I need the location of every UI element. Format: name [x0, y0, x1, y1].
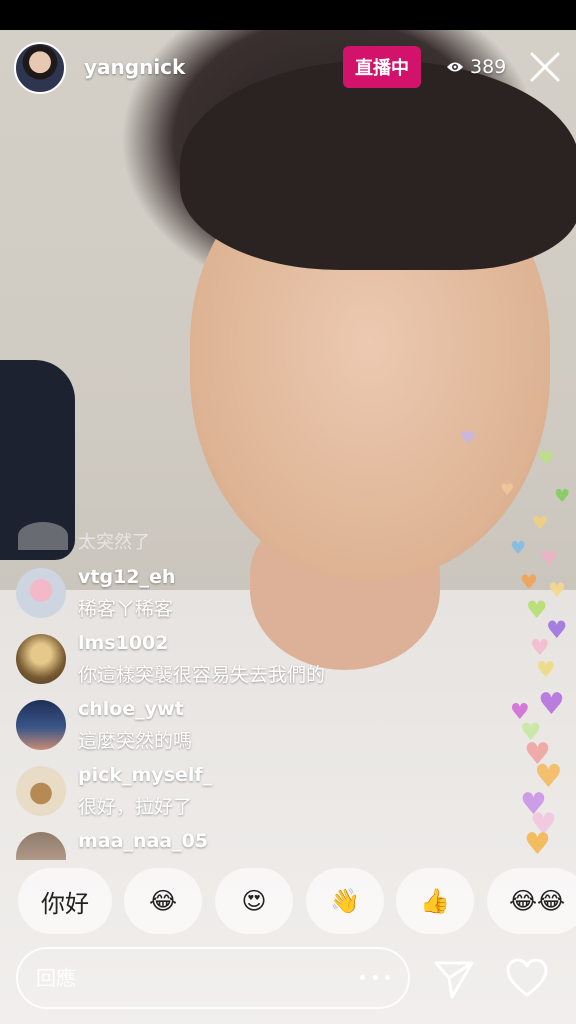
status-bar	[0, 0, 576, 30]
reply-input[interactable]	[36, 949, 356, 1007]
viewer-count-value: 389	[470, 56, 507, 78]
faded-avatar	[18, 522, 68, 550]
more-dot	[360, 974, 365, 980]
video-hair	[180, 60, 576, 270]
comment-item[interactable]: maa_naa_05	[14, 830, 484, 860]
floating-heart-icon: ♥	[554, 486, 571, 507]
viewer-count[interactable]: 389	[446, 54, 506, 80]
floating-heart-icon: ♥	[548, 578, 566, 602]
comment-item[interactable]: chloe_ywt 這麼突然的嗎	[14, 698, 484, 762]
floating-heart-icon: ♥	[510, 538, 527, 559]
send-icon[interactable]	[433, 958, 475, 1000]
reply-field[interactable]	[16, 947, 410, 1009]
quick-reply-double-laugh[interactable]: 😂😂	[487, 868, 576, 934]
floating-heart-icon: ♥	[520, 570, 538, 594]
comment-username[interactable]: pick_myself_	[78, 764, 212, 786]
floating-heart-icon: ♥	[538, 687, 565, 722]
comment-message: 你這樣突襲很容易失去我們的	[78, 664, 326, 686]
comment-message: 很好，拉好了	[78, 796, 193, 818]
comment-item[interactable]: vtg12_eh 稀客ㄚ稀客	[14, 566, 484, 630]
comment-avatar[interactable]	[16, 634, 66, 684]
comment-avatar[interactable]	[16, 568, 66, 618]
comment-username[interactable]: lms1002	[78, 632, 169, 654]
faded-comment: 太突然了	[78, 532, 150, 553]
comment-username[interactable]: maa_naa_05	[78, 830, 208, 852]
host-avatar[interactable]	[14, 42, 66, 94]
comment-username[interactable]: vtg12_eh	[78, 566, 175, 588]
quick-reply-thumbs-up[interactable]: 👍	[396, 868, 474, 934]
floating-heart-icon: ♥	[540, 546, 558, 570]
close-icon[interactable]	[526, 48, 564, 86]
comment-avatar[interactable]	[16, 832, 66, 860]
heart-icon[interactable]	[506, 958, 548, 998]
eye-icon	[447, 62, 463, 72]
floating-heart-icon: ♥	[460, 428, 477, 449]
floating-heart-icon: ♥	[526, 596, 548, 624]
floating-heart-icon: ♥	[500, 480, 515, 499]
comment-item[interactable]: lms1002 你這樣突襲很容易失去我們的	[14, 632, 484, 696]
floating-heart-icon: ♥	[532, 513, 549, 534]
quick-reply-heart-eyes[interactable]: 😍	[215, 868, 293, 934]
host-username[interactable]: yangnick	[84, 55, 185, 79]
floating-heart-icon: ♥	[536, 658, 556, 683]
quick-reply-laugh[interactable]: 😂	[124, 868, 202, 934]
live-badge: 直播中	[343, 46, 421, 88]
comment-message: 稀客ㄚ稀客	[78, 598, 174, 620]
floating-heart-icon: ♥	[538, 448, 555, 469]
comment-avatar[interactable]	[16, 766, 66, 816]
more-dot	[385, 974, 390, 980]
quick-reply-bar: 你好 😂 😍 👋 👍 😂😂	[18, 868, 576, 936]
comment-item[interactable]: pick_myself_ 很好，拉好了	[14, 764, 484, 828]
comment-username[interactable]: chloe_ywt	[78, 698, 184, 720]
floating-heart-icon: ♥	[524, 827, 551, 862]
comment-message: 這麼突然的嗎	[78, 730, 193, 752]
quick-reply-hello[interactable]: 你好	[18, 868, 112, 934]
live-stream-screen: yangnick 直播中 389 ♥ ♥ ♥ ♥ ♥ ♥ ♥ ♥ ♥ ♥ ♥ ♥ ♥ ♥ ♥ ♥ ♥ ♥ ♥ ♥ ♥ 太…	[0, 0, 576, 1024]
quick-reply-wave[interactable]: 👋	[306, 868, 384, 934]
more-dot	[372, 974, 378, 980]
more-icon[interactable]	[360, 965, 390, 989]
floating-heart-icon: ♥	[530, 636, 550, 661]
comment-avatar[interactable]	[16, 700, 66, 750]
hearts-animation: ♥ ♥ ♥ ♥ ♥ ♥ ♥ ♥ ♥ ♥ ♥ ♥ ♥ ♥ ♥ ♥ ♥ ♥ ♥ ♥ ♥	[460, 420, 576, 862]
